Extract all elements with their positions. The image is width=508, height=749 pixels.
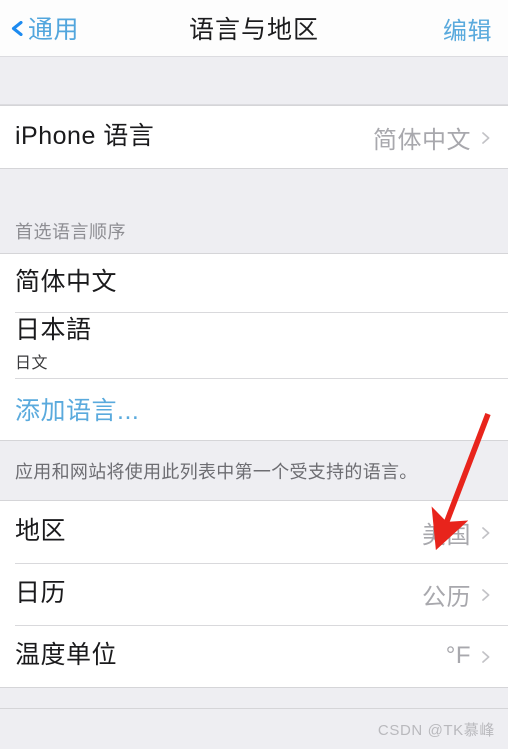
row-calendar-label: 日历 xyxy=(15,579,67,608)
row-iphone-language[interactable]: iPhone 语言 简体中文 xyxy=(0,106,508,168)
iphone-language-group: iPhone 语言 简体中文 xyxy=(0,105,508,169)
row-iphone-language-accessory: 简体中文 xyxy=(373,120,492,155)
row-region-value: 美国 xyxy=(422,521,471,549)
watermark-text: CSDN @TK慕峰 xyxy=(377,721,495,739)
row-temperature-unit-value: °F xyxy=(445,642,471,669)
preferred-order-section-header: 首选语言顺序 xyxy=(0,169,508,254)
chevron-right-icon xyxy=(480,131,492,144)
row-region-accessory: 美国 xyxy=(422,515,492,550)
chevron-right-icon xyxy=(480,650,492,663)
list-item-language-0-label: 简体中文 xyxy=(15,268,118,297)
row-temperature-unit-label: 温度单位 xyxy=(15,641,118,670)
preferred-order-section-footer-text: 应用和网站将使用此列表中第一个受支持的语言。 xyxy=(15,461,418,482)
watermark-strip: CSDN @TK慕峰 xyxy=(0,708,508,749)
iphone-settings-screen: 通用 语言与地区 编辑 iPhone 语言 简体中文 首选语言顺序 简体中文 日… xyxy=(0,0,508,749)
chevron-right-icon xyxy=(480,588,492,601)
preferred-language-group: 简体中文 日本語 日文 添加语言... xyxy=(0,254,508,440)
preferred-order-section-footer: 应用和网站将使用此列表中第一个受支持的语言。 xyxy=(0,440,508,501)
row-temperature-unit[interactable]: 温度单位 °F xyxy=(0,625,508,687)
add-language-button-label: 添加语言... xyxy=(15,397,140,425)
row-iphone-language-label: iPhone 语言 xyxy=(15,122,155,151)
row-iphone-language-value: 简体中文 xyxy=(373,126,471,154)
list-item-language-1-sublabel: 日文 xyxy=(15,354,49,372)
edit-button[interactable]: 编辑 xyxy=(443,0,492,56)
page-title: 语言与地区 xyxy=(188,16,319,44)
top-spacer xyxy=(0,57,508,105)
list-item-language-1-label: 日本語 xyxy=(15,316,92,345)
region-group: 地区 美国 日历 公历 温度单位 °F xyxy=(0,501,508,688)
row-temperature-unit-accessory: °F xyxy=(446,642,492,670)
add-language-button[interactable]: 添加语言... xyxy=(0,378,508,440)
row-calendar-value: 公历 xyxy=(422,583,471,611)
chevron-right-icon xyxy=(480,526,492,539)
list-item-language-1-text: 日本語 日文 xyxy=(15,317,92,373)
row-region[interactable]: 地区 美国 xyxy=(0,501,508,563)
list-item-language-1[interactable]: 日本語 日文 xyxy=(0,312,508,378)
row-calendar[interactable]: 日历 公历 xyxy=(0,563,508,625)
row-calendar-accessory: 公历 xyxy=(422,577,492,612)
list-item-language-0[interactable]: 简体中文 xyxy=(0,254,508,312)
preferred-order-section-header-text: 首选语言顺序 xyxy=(15,222,126,242)
row-region-label: 地区 xyxy=(15,517,67,546)
navigation-bar: 通用 语言与地区 编辑 xyxy=(0,0,508,57)
